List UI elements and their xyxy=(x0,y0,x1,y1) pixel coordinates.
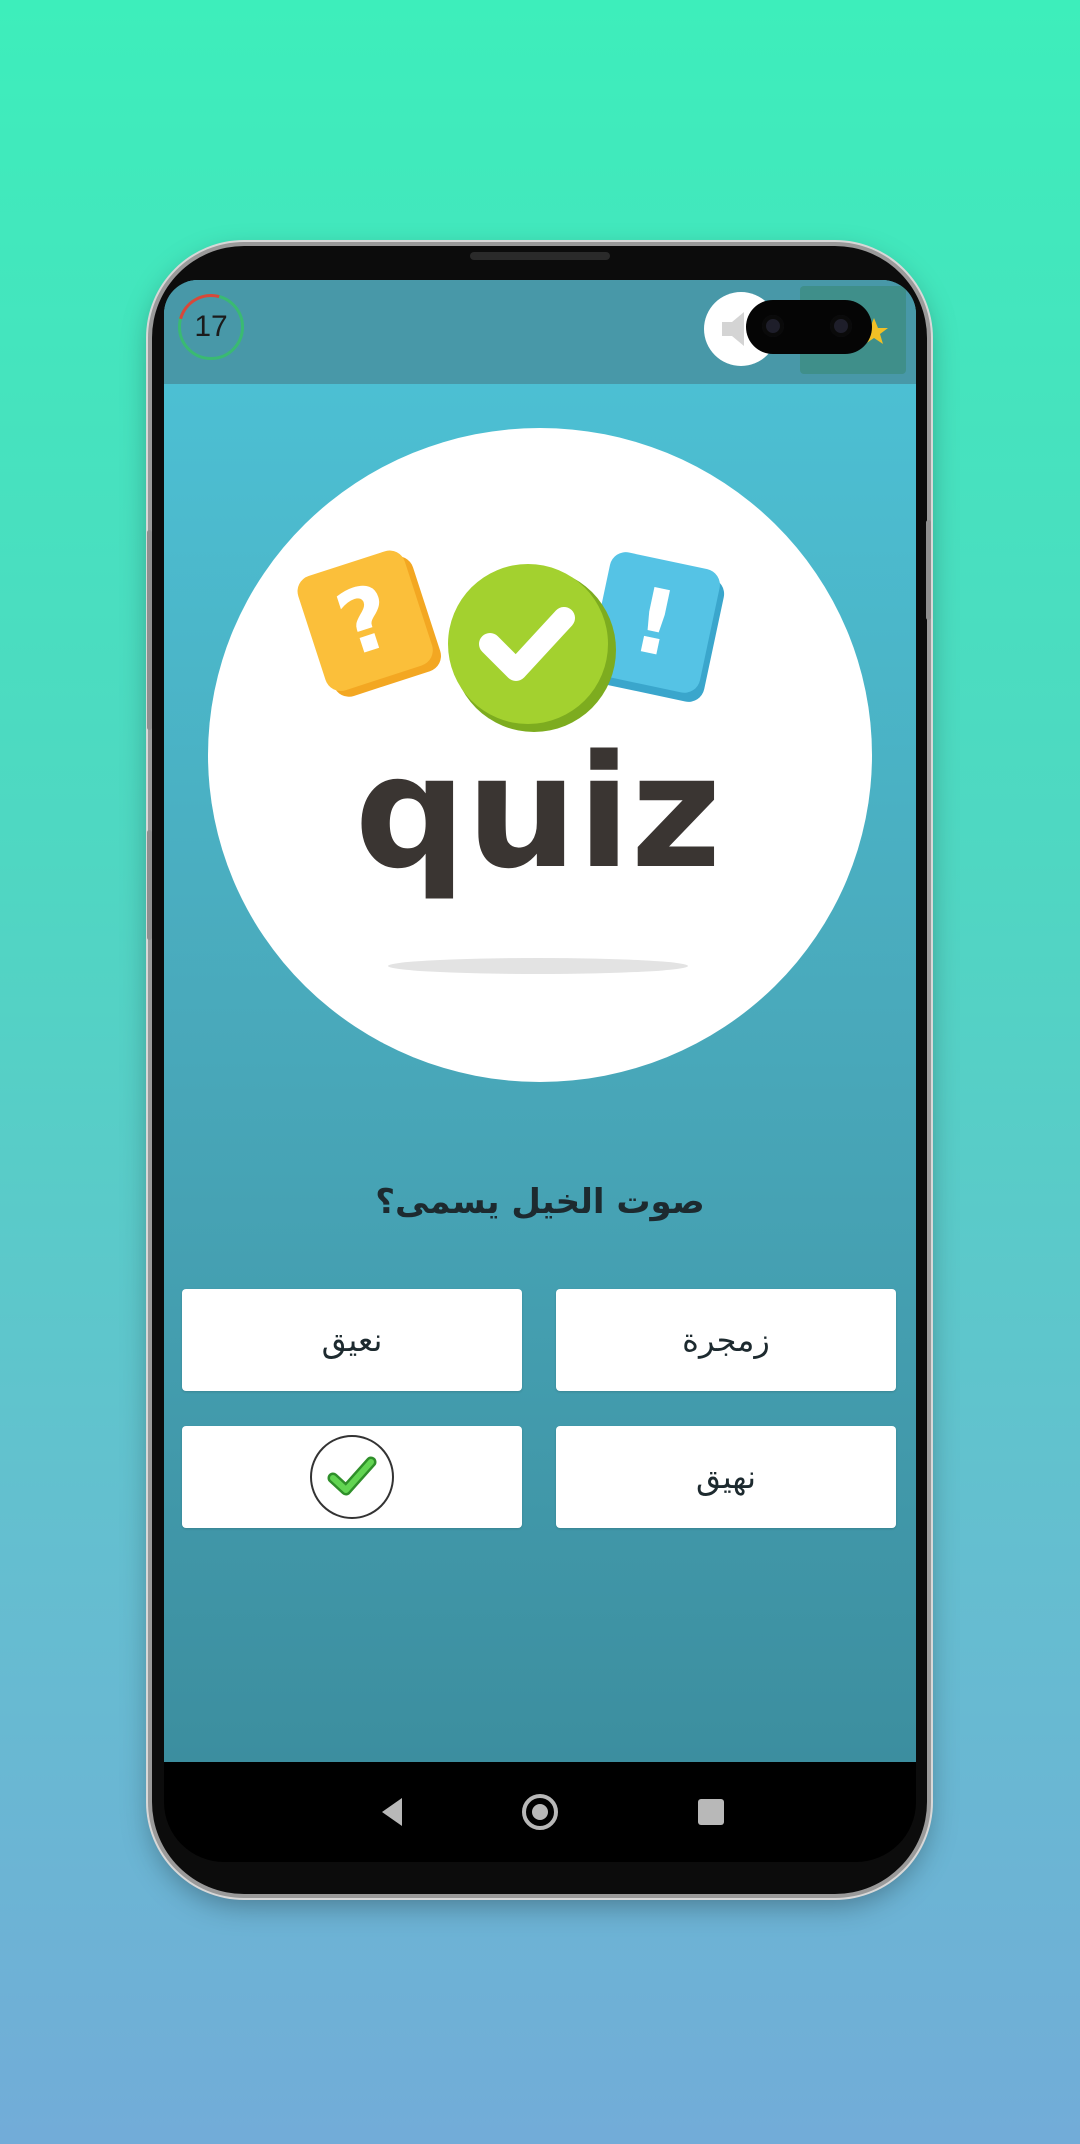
answer-label: نعيق xyxy=(321,1321,383,1359)
timer-progress-arc xyxy=(165,281,257,373)
answer-button-2[interactable]: نعيق xyxy=(182,1289,522,1391)
nav-home-button[interactable] xyxy=(510,1782,570,1842)
question-text: صوت الخيل يسمى؟ xyxy=(375,1182,705,1222)
quiz-logo: ? ! quiz xyxy=(297,550,725,974)
camera-cutout xyxy=(746,300,872,354)
front-camera-lens-2 xyxy=(830,315,852,337)
nav-back-button[interactable] xyxy=(364,1782,424,1842)
volume-button xyxy=(147,530,152,730)
checkmark-icon xyxy=(327,1456,377,1496)
answer-label: نهيق xyxy=(696,1458,756,1496)
logo-word: quiz xyxy=(355,721,722,903)
bixby-button xyxy=(147,830,152,940)
answer-label: زمجرة xyxy=(682,1321,770,1359)
quiz-logo-card: ? ! quiz xyxy=(208,428,872,1082)
app-screen: 17 ? ! quiz صوت الخيل يسمى؟ زمجرة نعيق ن… xyxy=(164,280,916,1764)
answer-button-3[interactable]: نهيق xyxy=(556,1426,896,1528)
correct-badge xyxy=(310,1435,394,1519)
timer-badge: 17 xyxy=(165,281,257,373)
front-camera-lens xyxy=(762,315,784,337)
top-bar: 17 xyxy=(164,280,916,384)
power-button xyxy=(926,520,931,620)
earpiece xyxy=(470,252,610,260)
nav-recents-button[interactable] xyxy=(682,1782,742,1842)
answer-button-4[interactable] xyxy=(182,1426,522,1528)
system-nav-bar xyxy=(164,1762,916,1862)
answer-button-1[interactable]: زمجرة xyxy=(556,1289,896,1391)
